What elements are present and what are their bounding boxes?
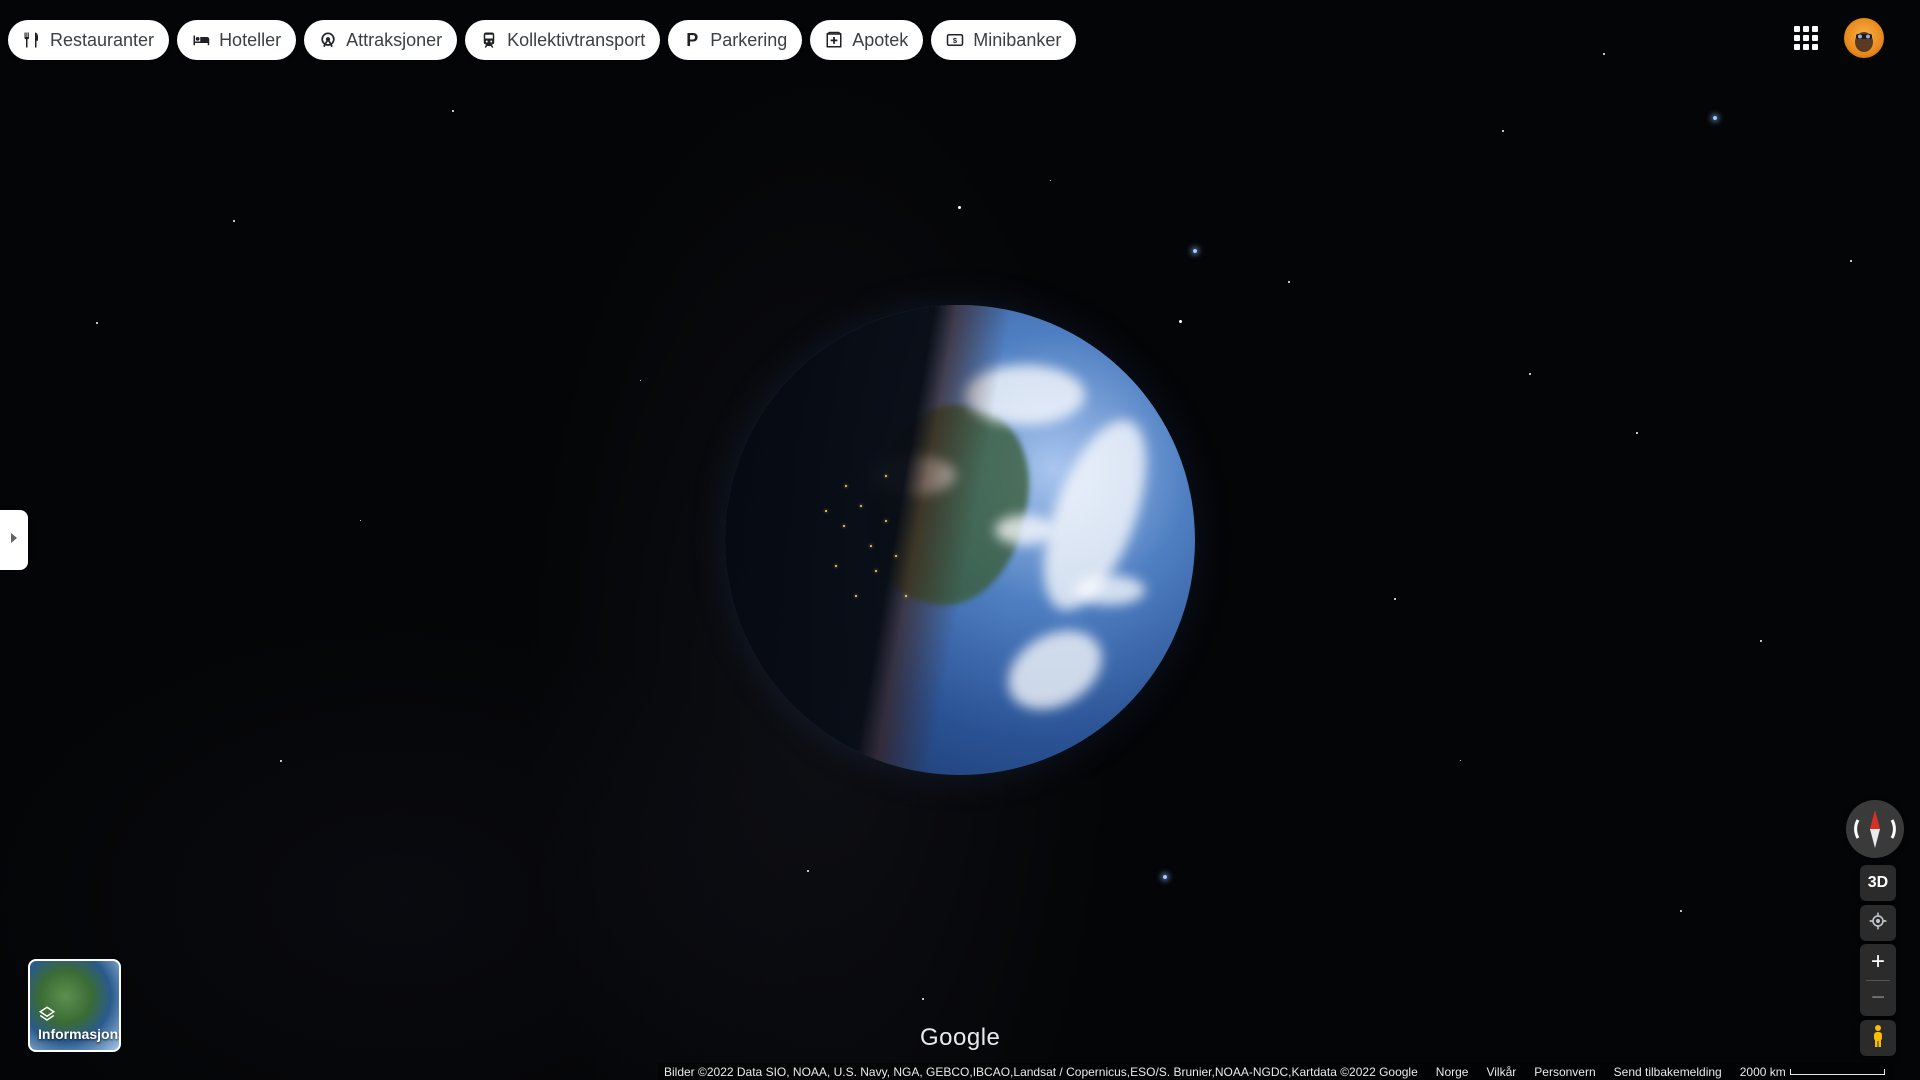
chip-label: Apotek <box>852 29 909 50</box>
chip-transit[interactable]: Kollektivtransport <box>465 20 661 60</box>
star <box>280 760 282 762</box>
chip-label: Hoteller <box>219 29 282 50</box>
apps-grid-icon[interactable] <box>1794 26 1818 50</box>
star <box>1163 875 1167 879</box>
minus-icon: − <box>1870 984 1885 1012</box>
earth-globe[interactable] <box>725 305 1195 775</box>
chip-parking[interactable]: P Parkering <box>668 20 803 60</box>
star <box>96 322 98 324</box>
chip-hotels[interactable]: Hoteller <box>177 20 297 60</box>
scale-bar[interactable]: 2000 km <box>1740 1065 1885 1079</box>
star <box>1193 249 1197 253</box>
street-view-pegman-button[interactable] <box>1860 1020 1896 1056</box>
layers-label: Informasjonslag <box>38 1026 119 1042</box>
scale-bar-line <box>1789 1068 1885 1075</box>
chip-label: Restauranter <box>50 29 155 50</box>
chip-pharmacy[interactable]: Apotek <box>810 20 924 60</box>
star <box>1713 116 1717 120</box>
attribution-text: Bilder ©2022 Data SIO, NOAA, U.S. Navy, … <box>664 1064 1418 1079</box>
parking-icon: P <box>686 29 699 50</box>
zoom-controls: + − <box>1860 944 1896 1016</box>
zoom-out-button[interactable]: − <box>1860 980 1896 1016</box>
star <box>1288 281 1290 283</box>
star <box>1050 180 1051 181</box>
send-feedback-link[interactable]: Send tilbakemelding <box>1614 1065 1722 1079</box>
star <box>1460 760 1461 761</box>
star <box>958 206 961 209</box>
star <box>922 998 924 1000</box>
layers-button[interactable]: Informasjonslag <box>28 959 121 1052</box>
pharmacy-icon <box>824 30 844 50</box>
compass-button[interactable] <box>1846 800 1904 858</box>
star <box>1636 432 1638 434</box>
chip-attractions[interactable]: Attraksjoner <box>304 20 458 60</box>
star <box>1529 373 1531 375</box>
country-link[interactable]: Norge <box>1436 1065 1469 1079</box>
star <box>640 380 641 381</box>
star <box>233 220 235 222</box>
star <box>1603 53 1605 55</box>
plus-icon: + <box>1870 947 1885 975</box>
rotate-left-icon <box>1854 819 1860 839</box>
expand-side-panel-button[interactable] <box>0 510 28 570</box>
star <box>1680 910 1682 912</box>
atm-icon: $ <box>945 30 965 50</box>
chip-label: Minibanker <box>973 29 1062 50</box>
my-location-button[interactable] <box>1860 905 1896 941</box>
chip-label: Attraksjoner <box>346 29 443 50</box>
layers-icon <box>38 1005 56 1028</box>
chevron-right-icon <box>9 531 19 549</box>
chip-label: Kollektivtransport <box>507 29 646 50</box>
svg-text:$: $ <box>953 36 958 45</box>
crosshair-icon <box>1868 911 1888 936</box>
chip-label: Parkering <box>710 29 788 50</box>
pegman-icon <box>1870 1024 1886 1053</box>
chip-atm[interactable]: $ Minibanker <box>931 20 1077 60</box>
zoom-in-button[interactable]: + <box>1860 944 1896 980</box>
star <box>1760 640 1762 642</box>
star <box>360 520 361 521</box>
chip-restaurants[interactable]: Restauranter <box>8 20 170 60</box>
rotate-right-icon <box>1890 819 1896 839</box>
terms-link[interactable]: Vilkår <box>1486 1065 1516 1079</box>
google-logo: Google <box>920 1024 1001 1051</box>
fork-knife-icon <box>22 30 42 50</box>
star <box>807 870 809 872</box>
star <box>1394 598 1396 600</box>
star <box>452 110 454 112</box>
3d-toggle-button[interactable]: 3D <box>1860 865 1896 901</box>
category-chips: Restauranter Hoteller Attraksjoner Kolle… <box>8 20 1077 60</box>
train-icon <box>479 30 499 50</box>
bed-icon <box>191 30 211 50</box>
privacy-link[interactable]: Personvern <box>1534 1065 1595 1079</box>
star <box>1850 260 1852 262</box>
map-footer: Bilder ©2022 Data SIO, NOAA, U.S. Navy, … <box>658 1063 1893 1080</box>
star <box>1502 130 1504 132</box>
3d-label: 3D <box>1867 874 1889 891</box>
scale-label: 2000 km <box>1739 1064 1786 1079</box>
avatar[interactable] <box>1844 18 1884 58</box>
attraction-icon <box>318 30 338 50</box>
